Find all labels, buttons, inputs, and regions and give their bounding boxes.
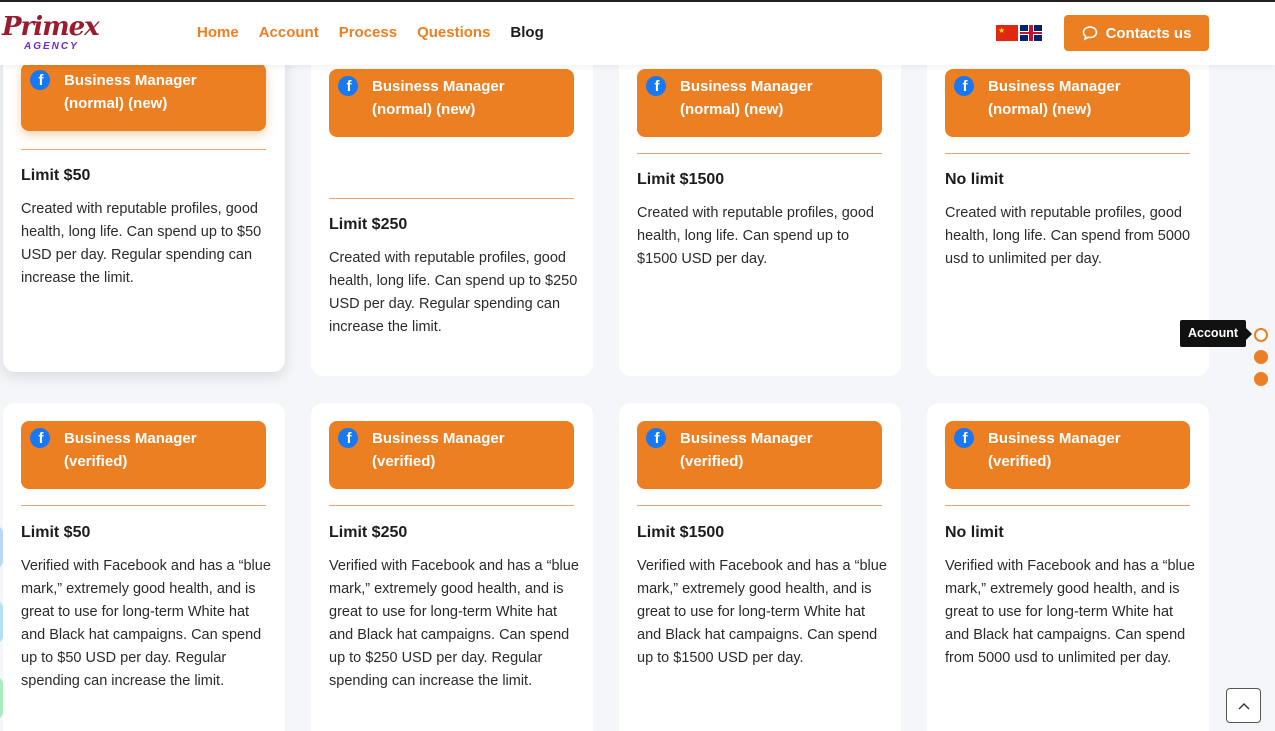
card-description: Created with reputable profiles, good he… bbox=[329, 250, 578, 335]
section-dot[interactable] bbox=[1254, 350, 1268, 364]
product-card: f Business Manager (normal) (new) No lim… bbox=[927, 40, 1209, 376]
language-switcher bbox=[996, 25, 1042, 41]
card-description: Verified with Facebook and has a “blue m… bbox=[637, 558, 887, 666]
section-dot-account[interactable] bbox=[1254, 328, 1268, 342]
product-card: f Business Manager (verified) Limit $150… bbox=[619, 403, 901, 731]
facebook-icon: f bbox=[30, 428, 50, 448]
nav-account[interactable]: Account bbox=[259, 24, 319, 41]
card-title: Business Manager (verified) bbox=[680, 430, 813, 470]
card-title-badge: f Business Manager (normal) (new) bbox=[945, 69, 1190, 137]
card-divider bbox=[945, 153, 1190, 154]
card-limit: Limit $1500 bbox=[637, 524, 725, 541]
nav-blog[interactable]: Blog bbox=[510, 24, 543, 41]
card-divider bbox=[329, 505, 574, 506]
product-card: f Business Manager (verified) Limit $250… bbox=[311, 403, 593, 731]
card-limit: Limit $250 bbox=[329, 216, 408, 233]
main-nav: Home Account Process Questions Blog bbox=[197, 24, 544, 41]
card-description: Verified with Facebook and has a “blue m… bbox=[21, 558, 271, 689]
contacts-button[interactable]: Contacts us bbox=[1064, 15, 1209, 51]
card-description: Created with reputable profiles, good he… bbox=[945, 205, 1191, 267]
card-divider bbox=[945, 505, 1190, 506]
card-title-badge: f Business Manager (verified) bbox=[945, 421, 1190, 489]
product-card: f Business Manager (verified) Limit $50 … bbox=[3, 403, 285, 731]
product-card: f Business Manager (normal) (new) Limit … bbox=[619, 40, 901, 376]
china-flag-icon[interactable] bbox=[996, 25, 1018, 41]
product-card: f Business Manager (normal) (new) Limit … bbox=[311, 40, 593, 376]
card-description: Created with reputable profiles, good he… bbox=[21, 201, 262, 286]
card-divider bbox=[21, 505, 266, 506]
card-title-badge: f Business Manager (verified) bbox=[637, 421, 882, 489]
facebook-icon: f bbox=[646, 428, 666, 448]
logo-subtitle: AGENCY bbox=[24, 41, 79, 52]
card-title: Business Manager (normal) (new) bbox=[372, 78, 505, 118]
card-divider bbox=[329, 198, 574, 199]
card-divider bbox=[21, 149, 266, 150]
card-title-badge: f Business Manager (verified) bbox=[21, 421, 266, 489]
uk-flag-icon[interactable] bbox=[1020, 25, 1042, 41]
nav-home[interactable]: Home bbox=[197, 24, 239, 41]
section-tooltip: Account bbox=[1180, 320, 1252, 347]
card-divider bbox=[637, 153, 882, 154]
card-limit: Limit $1500 bbox=[637, 171, 725, 188]
card-description: Verified with Facebook and has a “blue m… bbox=[329, 558, 579, 689]
nav-process[interactable]: Process bbox=[339, 24, 397, 41]
site-header: Primex AGENCY Home Account Process Quest… bbox=[0, 2, 1275, 65]
card-title: Business Manager (normal) (new) bbox=[988, 78, 1121, 118]
card-title: Business Manager (verified) bbox=[64, 430, 197, 470]
card-description: Verified with Facebook and has a “blue m… bbox=[945, 558, 1195, 666]
card-limit: No limit bbox=[945, 524, 1004, 541]
card-limit: Limit $50 bbox=[21, 524, 91, 541]
card-title: Business Manager (normal) (new) bbox=[680, 78, 813, 118]
card-title-badge: f Business Manager (normal) (new) bbox=[329, 69, 574, 137]
card-title: Business Manager (verified) bbox=[988, 430, 1121, 470]
chevron-up-icon bbox=[1238, 702, 1249, 709]
contacts-label: Contacts us bbox=[1105, 24, 1192, 42]
card-limit: No limit bbox=[945, 171, 1004, 188]
facebook-icon: f bbox=[954, 428, 974, 448]
card-divider bbox=[637, 505, 882, 506]
card-description: Created with reputable profiles, good he… bbox=[637, 205, 874, 267]
card-limit: Limit $50 bbox=[21, 167, 91, 184]
nav-questions[interactable]: Questions bbox=[417, 24, 490, 41]
product-card: f Business Manager (verified) No limit V… bbox=[927, 403, 1209, 731]
facebook-icon: f bbox=[954, 76, 974, 96]
product-card: f Business Manager (normal) (new) Limit … bbox=[3, 40, 285, 372]
logo[interactable]: Primex AGENCY bbox=[2, 12, 102, 56]
card-limit: Limit $250 bbox=[329, 524, 408, 541]
logo-text: Primex bbox=[2, 12, 100, 42]
facebook-icon: f bbox=[338, 76, 358, 96]
facebook-icon: f bbox=[338, 428, 358, 448]
section-dot[interactable] bbox=[1254, 372, 1268, 386]
card-title: Business Manager (verified) bbox=[372, 430, 505, 470]
card-title-badge: f Business Manager (normal) (new) bbox=[21, 63, 266, 131]
facebook-icon: f bbox=[646, 76, 666, 96]
card-title: Business Manager (normal) (new) bbox=[64, 72, 197, 112]
scroll-top-button[interactable] bbox=[1226, 688, 1261, 723]
card-title-badge: f Business Manager (verified) bbox=[329, 421, 574, 489]
card-title-badge: f Business Manager (normal) (new) bbox=[637, 69, 882, 137]
facebook-icon: f bbox=[30, 70, 50, 90]
chat-bubble-icon bbox=[1082, 26, 1097, 41]
